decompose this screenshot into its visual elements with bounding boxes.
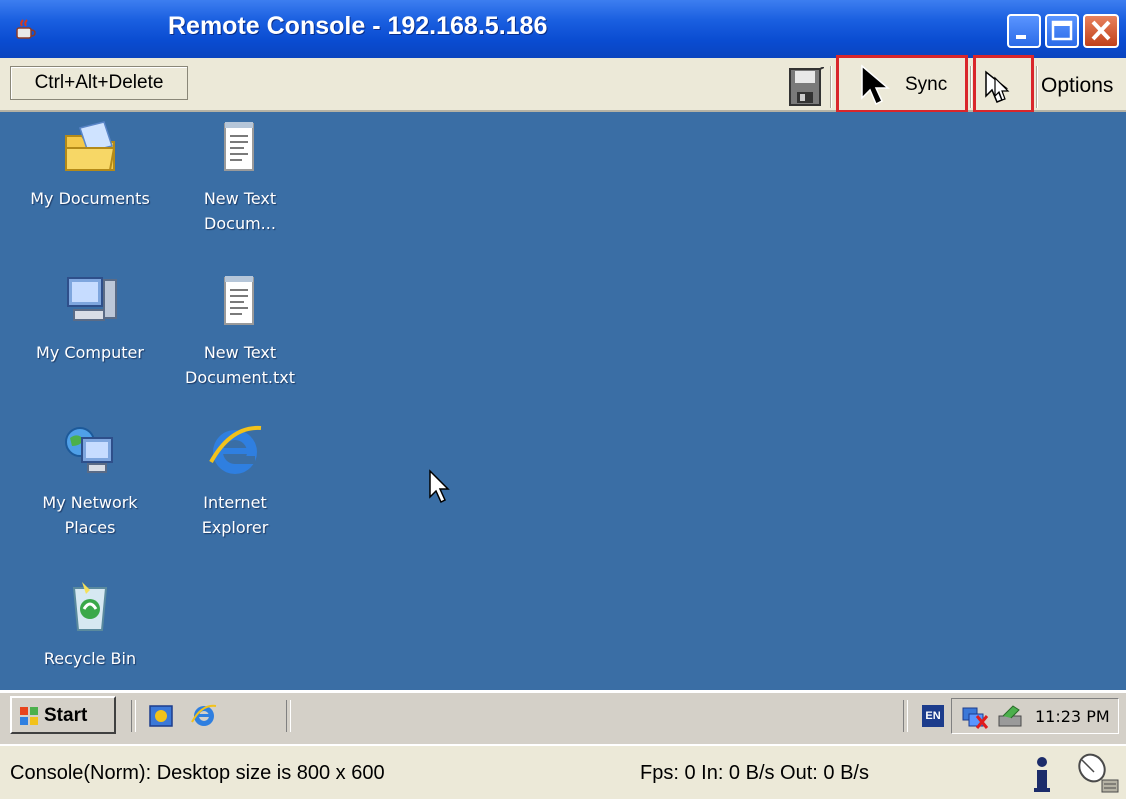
remote-desktop[interactable]: My Documents New Text Docum... My Comput… bbox=[0, 112, 1126, 690]
desktop-icon-label-line2: Explorer bbox=[201, 518, 269, 537]
floppy-disk-icon[interactable] bbox=[788, 67, 824, 107]
desktop-icon-recycle-bin[interactable]: Recycle Bin bbox=[20, 578, 160, 671]
toolbar-separator bbox=[1036, 66, 1037, 108]
internet-explorer-icon bbox=[209, 425, 262, 474]
desktop-icon-label-line2: Places bbox=[64, 518, 116, 537]
desktop-icon-my-computer[interactable]: My Computer bbox=[20, 272, 160, 365]
mouse-keyboard-icon[interactable] bbox=[1072, 750, 1120, 796]
desktop-icon-label-line1: New Text bbox=[203, 343, 277, 362]
taskbar-grip[interactable] bbox=[131, 700, 136, 732]
recycle-bin-icon bbox=[72, 582, 108, 631]
desktop-icon-label-line1: My Network bbox=[42, 493, 138, 512]
folder-icon bbox=[65, 121, 116, 171]
close-icon bbox=[1091, 20, 1111, 41]
info-icon[interactable] bbox=[1030, 754, 1054, 794]
taskbar-grip[interactable] bbox=[286, 700, 291, 732]
toolbar-separator bbox=[970, 66, 971, 108]
network-disconnected-icon[interactable] bbox=[961, 704, 989, 730]
maximize-icon bbox=[1051, 20, 1073, 41]
desktop-icon-my-documents[interactable]: My Documents bbox=[20, 118, 160, 211]
desktop-icon-label-line2: Docum... bbox=[204, 214, 276, 233]
title-bar[interactable]: Remote Console - 192.168.5.186 bbox=[0, 0, 1126, 58]
text-document-icon bbox=[224, 276, 254, 325]
close-button[interactable] bbox=[1083, 14, 1119, 48]
start-label: Start bbox=[44, 705, 88, 726]
desktop-icon-label: My Computer bbox=[36, 343, 144, 362]
language-indicator[interactable]: EN bbox=[922, 705, 944, 727]
ctrl-alt-delete-button[interactable]: Ctrl+Alt+Delete bbox=[10, 66, 188, 100]
desktop-icon-my-network-places[interactable]: My Network Places bbox=[20, 422, 160, 540]
java-cup-icon bbox=[16, 19, 36, 39]
desktop-icon-internet-explorer[interactable]: Internet Explorer bbox=[165, 422, 305, 540]
fps-throughput-text: Fps: 0 In: 0 B/s Out: 0 B/s bbox=[640, 762, 869, 784]
show-desktop-icon[interactable] bbox=[148, 703, 174, 729]
desktop-icon-label-line2: Document.txt bbox=[185, 368, 295, 387]
my-computer-icon bbox=[67, 277, 117, 321]
toolbar-separator bbox=[830, 66, 831, 108]
text-document-icon bbox=[224, 122, 254, 171]
minimize-icon bbox=[1016, 35, 1026, 39]
highlight-box-a bbox=[973, 55, 1034, 113]
console-status-text: Console(Norm): Desktop size is 800 x 600 bbox=[10, 762, 385, 784]
desktop-icon-label: Recycle Bin bbox=[43, 649, 137, 668]
minimize-button[interactable] bbox=[1007, 14, 1041, 48]
highlight-box-b bbox=[836, 55, 968, 113]
options-menu[interactable]: Options bbox=[1041, 74, 1113, 98]
window-title: Remote Console - 192.168.5.186 bbox=[168, 12, 548, 40]
desktop-icon-new-text-document[interactable]: New Text Docum... bbox=[170, 118, 310, 236]
mouse-pointer-icon bbox=[429, 469, 450, 504]
desktop-icon-label-line1: Internet bbox=[203, 493, 267, 512]
safely-remove-hardware-icon[interactable] bbox=[995, 704, 1025, 730]
windows-flag-icon bbox=[20, 707, 38, 725]
desktop-icon-new-text-document-txt[interactable]: New Text Document.txt bbox=[170, 272, 310, 390]
start-button[interactable]: Start bbox=[10, 696, 116, 734]
maximize-button[interactable] bbox=[1045, 14, 1079, 48]
network-places-icon bbox=[65, 427, 113, 473]
taskbar-grip[interactable] bbox=[903, 700, 908, 732]
desktop-icon-label-line1: New Text bbox=[203, 189, 277, 208]
taskbar-clock[interactable]: 11:23 PM bbox=[1035, 707, 1110, 726]
quicklaunch-internet-explorer-icon[interactable] bbox=[190, 703, 218, 729]
desktop-icon-label: My Documents bbox=[30, 189, 150, 208]
